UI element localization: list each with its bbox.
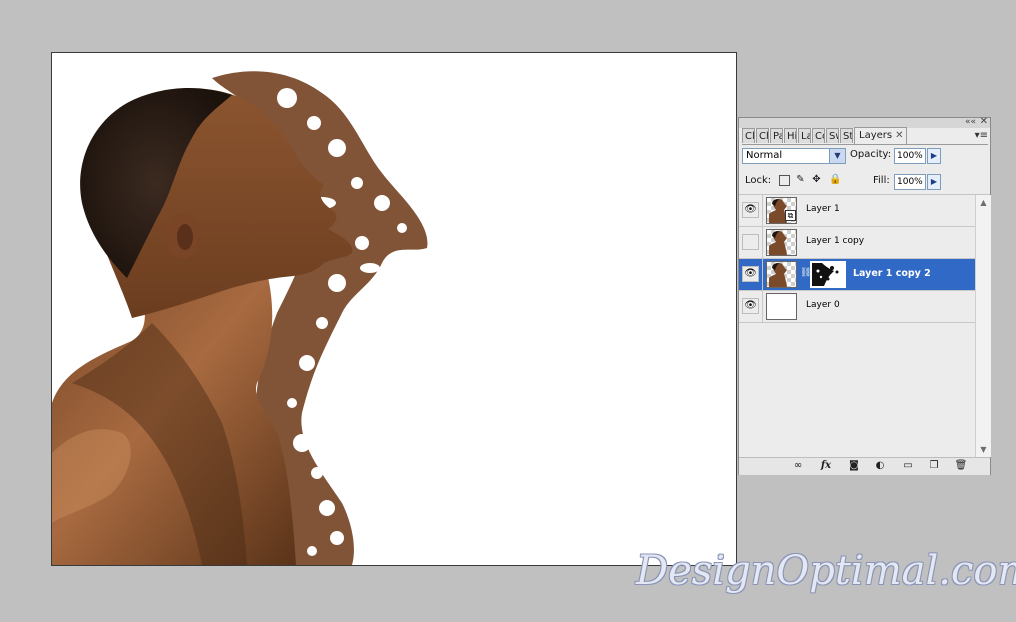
opacity-input[interactable]: 100% — [894, 148, 926, 164]
link-column — [762, 227, 763, 258]
chevron-down-icon[interactable]: ▼ — [829, 149, 845, 163]
close-tab-icon[interactable]: ✕ — [895, 130, 903, 141]
layers-bottom-toolbar: ∞ fx ◙ ◐ ▭ ❐ 🗑 — [739, 457, 990, 475]
tab-label: Sw — [829, 131, 838, 142]
trash-icon[interactable]: 🗑 — [954, 460, 968, 472]
layer-name[interactable]: Layer 1 copy 2 — [853, 268, 931, 279]
blend-mode-select[interactable]: Normal ▼ — [742, 148, 846, 164]
tab-label: Sty — [843, 131, 853, 142]
fill-input[interactable]: 100% — [894, 174, 926, 190]
layer-thumbnail[interactable] — [766, 293, 797, 320]
layer-row-layer-0[interactable]: 👁 Layer 0 — [739, 291, 975, 323]
tab-paths[interactable]: Pa — [770, 128, 783, 143]
tab-layers[interactable]: Layers ✕ — [854, 127, 908, 144]
smart-object-icon: ⧉ — [785, 210, 796, 221]
tab-layer-comps[interactable]: La — [798, 128, 811, 143]
link-column — [762, 259, 763, 290]
panel-tab-strip: Clo Ch Pa His La Co Sw Sty Layers✕ — [742, 127, 988, 145]
link-layers-icon[interactable]: ∞ — [791, 460, 805, 472]
layer-name[interactable]: Layer 1 — [806, 204, 840, 214]
scroll-down-icon[interactable]: ▼ — [977, 443, 990, 456]
eye-icon[interactable]: 👁 — [742, 266, 759, 282]
lock-label: Lock: — [745, 175, 772, 186]
layer-row-layer-1[interactable]: 👁 ⧉ Layer 1 — [739, 195, 975, 227]
eye-icon[interactable]: 👁 — [742, 202, 759, 218]
layers-scrollbar[interactable]: ▲ ▼ — [975, 195, 991, 457]
layer-mask-thumbnail[interactable] — [810, 261, 846, 288]
link-column — [762, 291, 763, 322]
lock-transparent-pixels-icon[interactable] — [779, 175, 790, 186]
tab-channels[interactable]: Ch — [756, 128, 769, 143]
opacity-label: Opacity: — [850, 149, 892, 160]
add-mask-icon[interactable]: ◙ — [847, 460, 861, 472]
fx-icon[interactable]: fx — [819, 460, 833, 472]
panel-menu-icon[interactable]: ▾≡ — [975, 130, 988, 141]
layer-name[interactable]: Layer 0 — [806, 300, 840, 310]
new-layer-icon[interactable]: ❐ — [927, 460, 941, 472]
new-group-icon[interactable]: ▭ — [901, 460, 915, 472]
tab-label: La — [801, 131, 810, 142]
tab-history[interactable]: His — [784, 128, 797, 143]
layer-thumbnail[interactable] — [766, 261, 797, 288]
tab-clone-source[interactable]: Clo — [742, 128, 755, 143]
document-canvas[interactable] — [51, 52, 737, 566]
tab-label: Pa — [773, 131, 782, 142]
blend-mode-value: Normal — [746, 150, 783, 161]
tab-label: Ch — [759, 131, 768, 142]
layer-name[interactable]: Layer 1 copy — [806, 236, 864, 246]
layer-list: 👁 ⧉ Layer 1 Layer 1 copy 👁 ⛓ Layer 1 cop… — [739, 195, 975, 323]
layer-row-layer-1-copy[interactable]: Layer 1 copy — [739, 227, 975, 259]
link-column — [762, 195, 763, 226]
tab-label: Clo — [745, 131, 755, 142]
tab-label: Layers — [859, 130, 893, 141]
lock-image-pixels-icon[interactable]: ✎ — [795, 174, 806, 185]
tab-label: Co — [815, 131, 824, 142]
canvas-artwork — [52, 71, 428, 565]
lock-all-icon[interactable]: 🔒 — [829, 174, 841, 185]
lock-position-icon[interactable]: ✥ — [811, 174, 822, 185]
layer-row-layer-1-copy-2[interactable]: 👁 ⛓ Layer 1 copy 2 — [739, 259, 975, 291]
tab-label: His — [787, 131, 796, 142]
fill-slider-arrow-icon[interactable]: ▶ — [927, 174, 941, 190]
layer-thumbnail[interactable] — [766, 229, 797, 256]
watermark-text: DesignOptimal.com — [636, 548, 1016, 594]
fill-label: Fill: — [873, 175, 890, 186]
eye-hidden-icon[interactable] — [742, 234, 759, 250]
tab-color[interactable]: Co — [812, 128, 825, 143]
adjustment-layer-icon[interactable]: ◐ — [873, 460, 887, 472]
eye-icon[interactable]: 👁 — [742, 298, 759, 314]
tab-swatches[interactable]: Sw — [826, 128, 839, 143]
scroll-up-icon[interactable]: ▲ — [977, 196, 990, 209]
tab-styles[interactable]: Sty — [840, 128, 853, 143]
layers-panel: «« ✕ Clo Ch Pa His La Co Sw Sty Layers✕ … — [738, 116, 991, 475]
opacity-slider-arrow-icon[interactable]: ▶ — [927, 148, 941, 164]
